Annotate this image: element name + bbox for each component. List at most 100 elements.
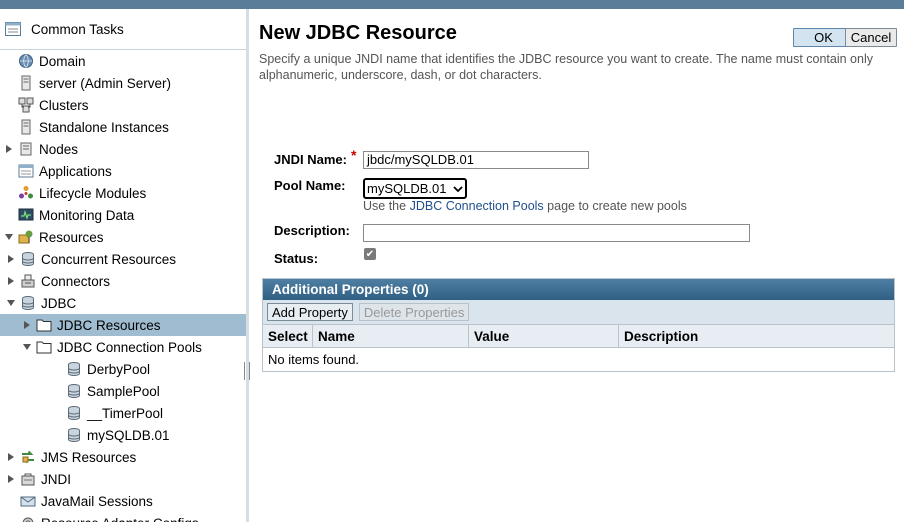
collapsed-arrow-icon[interactable]: [6, 254, 16, 264]
tree-item-nodes[interactable]: Nodes: [0, 138, 246, 160]
empty-table-message: No items found.: [268, 351, 360, 367]
collapsed-arrow-icon[interactable]: [4, 144, 14, 154]
server-icon: [18, 119, 34, 135]
pool-name-select[interactable]: mySQLDB.01: [363, 178, 467, 199]
tree-item-resources[interactable]: Resources: [0, 226, 246, 248]
column-header-value[interactable]: Value: [469, 325, 619, 347]
connectors-icon: [20, 273, 36, 289]
nodes-icon: [18, 141, 34, 157]
chevron-down-icon: [453, 185, 463, 193]
tree-item-label: JDBC Connection Pools: [57, 339, 202, 355]
status-label: Status:: [274, 251, 319, 266]
tree-item-label: Nodes: [39, 141, 79, 157]
pool-help-prefix: Use the: [363, 199, 407, 213]
splitter-grip[interactable]: [244, 362, 250, 380]
database-icon: [66, 427, 82, 443]
tree-item-samplepool[interactable]: SamplePool: [0, 380, 246, 402]
column-header-name[interactable]: Name: [313, 325, 469, 347]
tree-item-lifecycle-modules[interactable]: Lifecycle Modules: [0, 182, 246, 204]
status-checkbox[interactable]: ✔: [364, 248, 376, 260]
tree-item-resource-adapter-configs[interactable]: Resource Adapter Configs: [0, 512, 246, 522]
lifecycle-icon: [18, 185, 34, 201]
tree-item-label: JMS Resources: [41, 449, 137, 465]
tree-item-label: JDBC Resources: [57, 317, 161, 333]
server-icon: [18, 75, 34, 91]
description-input[interactable]: [363, 224, 750, 242]
tree-item-timerpool[interactable]: __TimerPool: [0, 402, 246, 424]
expanded-arrow-icon[interactable]: [4, 232, 14, 242]
page-help-text: Specify a unique JNDI name that identifi…: [259, 52, 873, 82]
jms-icon: [20, 449, 36, 465]
database-icon: [20, 251, 36, 267]
tree-item-label: Domain: [39, 53, 86, 69]
tree-item-label: Concurrent Resources: [41, 251, 177, 267]
tree-item-mysqldb-01[interactable]: mySQLDB.01: [0, 424, 246, 446]
required-indicator: *: [351, 147, 357, 163]
tree-item-javamail-sessions[interactable]: JavaMail Sessions: [0, 490, 246, 512]
clusters-icon: [18, 97, 34, 113]
table-title: Additional Properties (0): [263, 279, 894, 300]
tree-item-jms-resources[interactable]: JMS Resources: [0, 446, 246, 468]
tree-item-label: Resource Adapter Configs: [41, 516, 199, 522]
tree-item-connectors[interactable]: Connectors: [0, 270, 246, 292]
tree-item-label: server (Admin Server): [39, 75, 172, 91]
tree-item-label: Connectors: [41, 273, 111, 289]
add-property-button[interactable]: Add Property: [267, 303, 353, 321]
collapsed-arrow-icon[interactable]: [6, 452, 16, 462]
expanded-arrow-icon[interactable]: [22, 342, 32, 352]
tree-item-derbypool[interactable]: DerbyPool: [0, 358, 246, 380]
tree-item-jdbc[interactable]: JDBC: [0, 292, 246, 314]
pool-name-label: Pool Name:: [274, 178, 346, 193]
tree-item-applications[interactable]: Applications: [0, 160, 246, 182]
database-icon: [66, 405, 82, 421]
splitter[interactable]: [246, 9, 249, 522]
checkmark-icon: ✔: [365, 248, 375, 260]
expanded-arrow-icon[interactable]: [6, 298, 16, 308]
tree-item-label: Lifecycle Modules: [39, 185, 147, 201]
additional-properties-table: Additional Properties (0) Add Property D…: [262, 278, 895, 372]
common-tasks-link[interactable]: Common Tasks: [0, 9, 246, 50]
collapsed-arrow-icon[interactable]: [6, 474, 16, 484]
column-header-select[interactable]: Select: [263, 325, 313, 347]
tree-item-label: Monitoring Data: [39, 207, 135, 223]
tree-item-concurrent-resources[interactable]: Concurrent Resources: [0, 248, 246, 270]
database-icon: [20, 295, 36, 311]
cancel-button[interactable]: Cancel: [845, 28, 897, 47]
column-header-description[interactable]: Description: [619, 325, 894, 347]
database-icon: [66, 383, 82, 399]
tree-item-label: mySQLDB.01: [87, 427, 170, 443]
delete-properties-button[interactable]: Delete Properties: [358, 303, 470, 321]
pool-help-text: Use the JDBC Connection Pools page to cr…: [363, 199, 687, 213]
tree-item-clusters[interactable]: Clusters: [0, 94, 246, 116]
tree-item-server-admin-server[interactable]: server (Admin Server): [0, 72, 246, 94]
tree-item-jdbc-resources[interactable]: JDBC Resources: [0, 314, 246, 336]
mail-icon: [20, 493, 36, 509]
jndi-name-label: JNDI Name:: [274, 152, 347, 167]
monitor-icon: [18, 207, 34, 223]
collapsed-arrow-icon[interactable]: [6, 276, 16, 286]
tree-item-label: __TimerPool: [87, 405, 164, 421]
tree-item-label: DerbyPool: [87, 361, 151, 377]
common-tasks-label: Common Tasks: [31, 21, 124, 37]
applications-icon: [18, 163, 34, 179]
tree-item-label: Resources: [39, 229, 104, 245]
tree-item-label: JDBC: [41, 295, 77, 311]
tree-item-standalone-instances[interactable]: Standalone Instances: [0, 116, 246, 138]
tree-item-jdbc-connection-pools[interactable]: JDBC Connection Pools: [0, 336, 246, 358]
table-header: Select Name Value Description: [263, 324, 894, 348]
tree-item-domain[interactable]: Domain: [0, 50, 246, 72]
tree-item-label: JavaMail Sessions: [41, 493, 153, 509]
jdbc-connection-pools-link[interactable]: JDBC Connection Pools: [410, 199, 544, 213]
navigation-tree: Common Tasks Domain server (Admin Server)…: [0, 9, 247, 522]
tree-item-label: Applications: [39, 163, 112, 179]
tree-item-label: JNDI: [41, 471, 71, 487]
tree-item-label: SamplePool: [87, 383, 160, 399]
folder-icon: [36, 339, 52, 355]
globe-icon: [18, 53, 34, 69]
tree-item-monitoring-data[interactable]: Monitoring Data: [0, 204, 246, 226]
jndi-name-input[interactable]: jbdc/mySQLDB.01: [363, 151, 589, 169]
collapsed-arrow-icon[interactable]: [22, 320, 32, 330]
tree-item-jndi[interactable]: JNDI: [0, 468, 246, 490]
resources-icon: [18, 229, 34, 245]
table-toolbar: Add Property Delete Properties: [263, 300, 894, 324]
